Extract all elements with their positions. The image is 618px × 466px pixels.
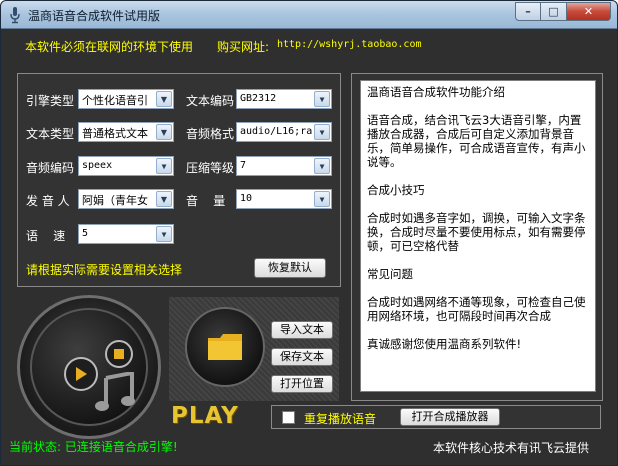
player-inner-disc xyxy=(30,308,148,426)
settings-panel: 引擎类型 个性化语音引 ▼ 文本编码 GB2312 ▼ 文本类型 普通格式文本 … xyxy=(17,73,341,287)
synthesis-text-area[interactable]: 温商语音合成软件功能介绍语音合成，结合讯飞云3大语音引擎，内置播放合成器，合成后… xyxy=(360,80,596,392)
player-disc xyxy=(17,295,161,439)
status-bar: 当前状态: 已连接语音合成引擎! 本软件核心技术有讯飞云提供 xyxy=(1,433,617,463)
audio-format-select[interactable]: audio/L16;ra ▼ xyxy=(236,122,332,142)
text-blank-line xyxy=(367,99,589,113)
chevron-down-icon[interactable]: ▼ xyxy=(156,91,172,107)
chevron-down-icon[interactable]: ▼ xyxy=(314,124,330,140)
text-type-label: 文本类型 xyxy=(26,127,75,141)
credit-text: 本软件核心技术有讯飞云提供 xyxy=(432,441,589,455)
open-folder-button[interactable] xyxy=(185,307,265,387)
audio-encoding-select[interactable]: speex ▼ xyxy=(78,156,174,176)
chevron-down-icon[interactable]: ▼ xyxy=(314,91,330,107)
reset-default-button[interactable]: 恢复默认 xyxy=(254,258,326,278)
chevron-down-icon[interactable]: ▼ xyxy=(156,158,172,174)
text-blank-line xyxy=(367,197,589,211)
compression-select[interactable]: 7 ▼ xyxy=(236,156,332,176)
chevron-down-icon[interactable]: ▼ xyxy=(314,158,330,174)
play-button[interactable] xyxy=(64,357,98,391)
file-panel: 导入文本 保存文本 打开位置 xyxy=(169,297,339,401)
window-controls: – □ ✕ xyxy=(515,2,611,21)
text-line: 真诚感谢您使用温商系列软件! xyxy=(367,337,522,351)
text-blank-line xyxy=(367,323,589,337)
import-text-button[interactable]: 导入文本 xyxy=(271,321,333,339)
chevron-down-icon[interactable]: ▼ xyxy=(156,191,172,207)
text-blank-line xyxy=(367,169,589,183)
repeat-bar: 重复播放语音 打开合成播放器 xyxy=(271,405,601,429)
repeat-checkbox[interactable] xyxy=(282,411,295,424)
text-line: 常见问题 xyxy=(367,267,413,281)
stop-button[interactable] xyxy=(105,340,133,368)
minimize-button[interactable]: – xyxy=(515,2,541,21)
status-text: 当前状态: 已连接语音合成引擎! xyxy=(9,440,178,454)
text-blank-line xyxy=(367,253,589,267)
open-location-button[interactable]: 打开位置 xyxy=(271,375,333,393)
stop-icon xyxy=(114,349,124,359)
engine-type-select[interactable]: 个性化语音引 ▼ xyxy=(78,89,174,109)
buy-url-label: 购买网址: xyxy=(217,40,270,54)
text-panel: 温商语音合成软件功能介绍语音合成，结合讯飞云3大语音引擎，内置播放合成器，合成后… xyxy=(351,73,603,401)
chevron-down-icon[interactable]: ▼ xyxy=(156,226,172,242)
buy-url-link[interactable]: http://wshyrj.taobao.com xyxy=(277,39,422,50)
text-type-select[interactable]: 普通格式文本 ▼ xyxy=(78,122,174,142)
speed-label: 语 速 xyxy=(26,229,66,243)
compression-label: 压缩等级 xyxy=(186,161,235,175)
open-player-button[interactable]: 打开合成播放器 xyxy=(400,408,500,426)
engine-type-label: 引擎类型 xyxy=(26,94,75,108)
text-line: 温商语音合成软件功能介绍 xyxy=(367,85,505,99)
text-line: 合成时如遇网络不通等现象，可检查自己使用网络环境，也可隔段时间再次合成 xyxy=(367,295,586,323)
chevron-down-icon[interactable]: ▼ xyxy=(314,191,330,207)
info-bar: 本软件必须在联网的环境下使用 购买网址: http://wshyrj.taoba… xyxy=(9,33,609,59)
app-window: 温商语音合成软件试用版 – □ ✕ 本软件必须在联网的环境下使用 购买网址: h… xyxy=(0,0,618,466)
text-encoding-label: 文本编码 xyxy=(186,94,235,108)
repeat-label: 重复播放语音 xyxy=(304,412,377,426)
music-note-icon xyxy=(95,372,135,411)
speaker-label: 发 音 人 xyxy=(26,194,70,208)
settings-hint: 请根据实际需要设置相关选择 xyxy=(26,263,183,277)
network-warning: 本软件必须在联网的环境下使用 xyxy=(25,40,194,54)
folder-icon xyxy=(208,334,242,360)
save-text-button[interactable]: 保存文本 xyxy=(271,348,333,366)
speaker-select[interactable]: 阿娟（青年女 ▼ xyxy=(78,189,174,209)
text-line: 合成时如遇多音字如，调换，可输入文字条换，合成时尽量不要使用标点，如有需要停顿，… xyxy=(367,211,586,253)
volume-select[interactable]: 10 ▼ xyxy=(236,189,332,209)
audio-format-label: 音频格式 xyxy=(186,127,235,141)
play-logo: PLAY xyxy=(171,403,239,429)
maximize-button[interactable]: □ xyxy=(541,2,567,21)
play-icon xyxy=(76,367,87,381)
text-encoding-select[interactable]: GB2312 ▼ xyxy=(236,89,332,109)
close-button[interactable]: ✕ xyxy=(567,2,611,21)
audio-encoding-label: 音频编码 xyxy=(26,161,75,175)
title-bar[interactable]: 温商语音合成软件试用版 – □ ✕ xyxy=(1,1,617,29)
chevron-down-icon[interactable]: ▼ xyxy=(156,124,172,140)
volume-label: 音 量 xyxy=(186,194,226,208)
text-line: 合成小技巧 xyxy=(367,183,425,197)
speed-select[interactable]: 5 ▼ xyxy=(78,224,174,244)
text-line: 语音合成，结合讯飞云3大语音引擎，内置播放合成器，合成后可自定义添加背景音乐，简… xyxy=(367,113,586,169)
text-blank-line xyxy=(367,281,589,295)
microphone-icon xyxy=(10,7,20,24)
window-title: 温商语音合成软件试用版 xyxy=(28,9,161,23)
